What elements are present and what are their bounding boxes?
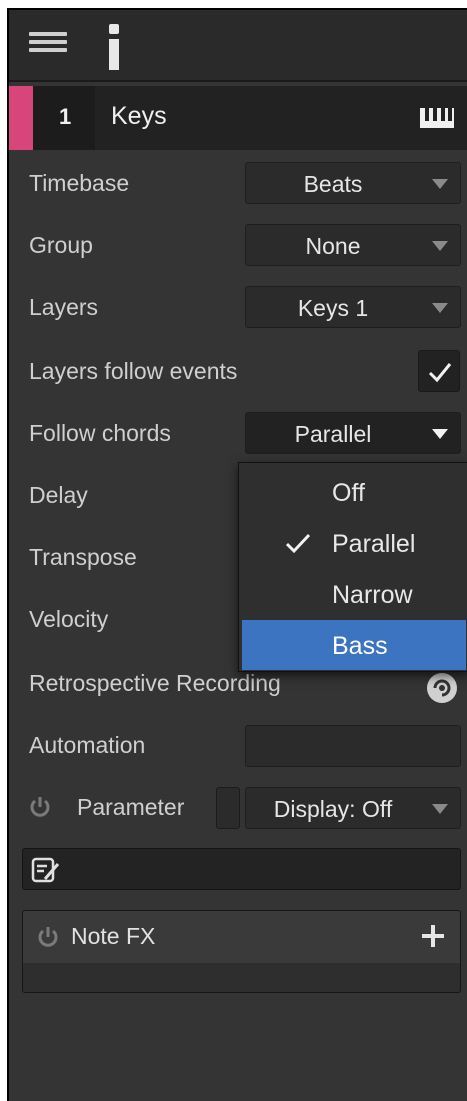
retrospective-recording-icon[interactable] — [425, 671, 459, 705]
note-fx-panel: Note FX — [22, 910, 461, 993]
timebase-value: Beats — [303, 171, 363, 197]
layers-follow-events-label: Layers follow events — [29, 358, 238, 384]
layers-follow-events-checkbox[interactable] — [418, 350, 460, 392]
retrospective-recording-label: Retrospective Recording — [29, 670, 281, 696]
group-label: Group — [29, 232, 93, 258]
layers-label: Layers — [29, 294, 99, 320]
chevron-down-icon — [432, 179, 448, 189]
menu-item-narrow[interactable]: Narrow — [239, 569, 467, 619]
edit-notes-icon — [31, 857, 60, 883]
info-icon[interactable] — [107, 24, 121, 70]
follow-chords-value: Parallel — [294, 421, 372, 447]
chevron-down-icon — [432, 804, 448, 814]
note-fx-label: Note FX — [71, 923, 156, 949]
menu-item-label: Bass — [332, 632, 388, 660]
menu-item-label: Narrow — [332, 581, 413, 609]
power-icon[interactable] — [37, 926, 59, 948]
track-header[interactable]: 1 Keys — [9, 86, 467, 150]
follow-chords-label: Follow chords — [29, 420, 171, 446]
automation-label: Automation — [29, 732, 146, 758]
follow-chords-dropdown[interactable]: Parallel — [245, 412, 461, 454]
piano-keys-icon — [420, 108, 454, 128]
follow-chords-menu: Off Parallel Narrow Bass — [238, 462, 467, 672]
transpose-label: Transpose — [29, 544, 137, 570]
chevron-down-icon — [432, 429, 448, 439]
menu-item-label: Parallel — [332, 530, 416, 558]
parameter-color-box[interactable] — [216, 787, 240, 829]
timebase-label: Timebase — [29, 170, 130, 196]
checkmark-icon — [428, 363, 452, 383]
parameter-display-value: Display: Off — [273, 796, 393, 822]
delay-label: Delay — [29, 482, 88, 508]
inspector-toolbar — [9, 10, 467, 82]
hamburger-icon[interactable] — [29, 32, 67, 60]
layers-dropdown[interactable]: Keys 1 — [245, 286, 461, 328]
group-value: None — [305, 233, 361, 259]
inspector-panel: 1 Keys Timebase Beats Group None Layers … — [7, 8, 467, 1101]
menu-item-bass[interactable]: Bass — [242, 620, 466, 670]
track-number: 1 — [59, 104, 72, 129]
automation-field[interactable] — [245, 725, 461, 767]
menu-item-parallel[interactable]: Parallel — [239, 518, 467, 568]
chevron-down-icon — [432, 303, 448, 313]
chevron-down-icon — [432, 241, 448, 251]
track-name[interactable]: Keys — [111, 102, 167, 131]
group-dropdown[interactable]: None — [245, 224, 461, 266]
parameter-label: Parameter — [77, 794, 185, 820]
power-icon[interactable] — [29, 796, 51, 818]
parameter-display-dropdown[interactable]: Display: Off — [245, 787, 461, 829]
timebase-dropdown[interactable]: Beats — [245, 162, 461, 204]
plus-icon[interactable] — [422, 925, 444, 947]
notepad-bar[interactable] — [22, 848, 461, 890]
layers-value: Keys 1 — [297, 295, 369, 321]
checkmark-icon — [285, 533, 311, 554]
menu-item-label: Off — [332, 479, 365, 507]
note-fx-header[interactable]: Note FX — [23, 911, 460, 963]
velocity-label: Velocity — [29, 606, 109, 632]
track-color-strip — [9, 86, 33, 150]
menu-item-off[interactable]: Off — [239, 467, 467, 517]
